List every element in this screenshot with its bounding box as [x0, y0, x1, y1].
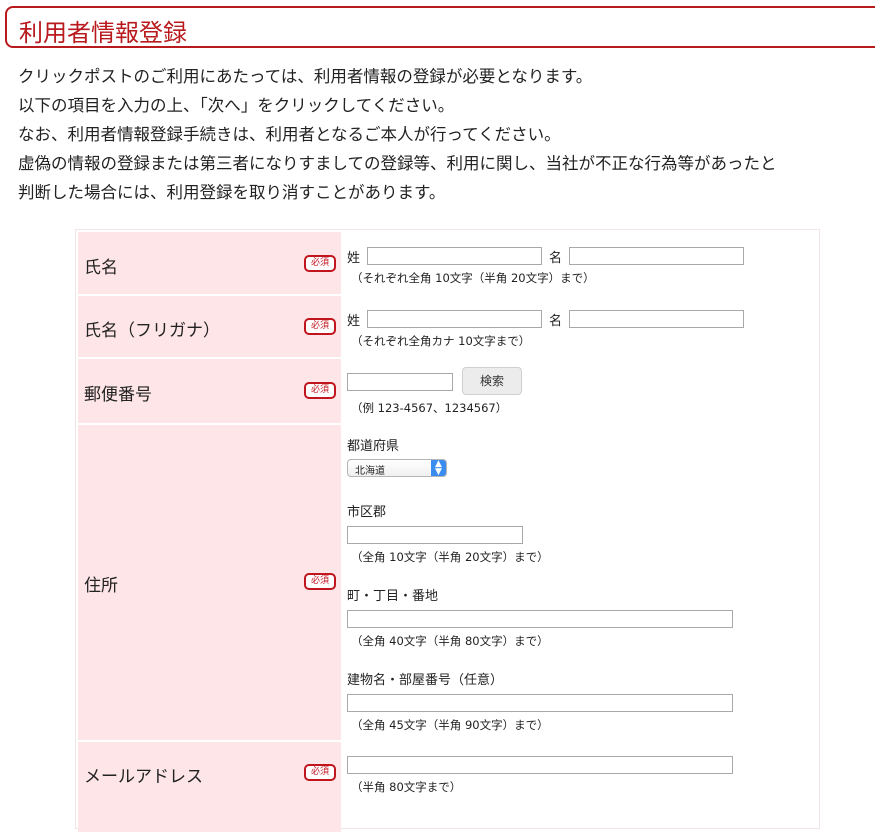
intro-line: クリックポストのご利用にあたっては、利用者情報の登録が必要となります。	[18, 67, 593, 86]
mei-label: 名	[549, 314, 563, 329]
page-header: 利用者情報登録	[5, 6, 875, 48]
city-label: 市区郡	[347, 505, 387, 520]
first-name-kana-input[interactable]	[569, 310, 744, 328]
row-postal: 郵便番号 必須 検索 （例 123-4567、1234567）	[76, 359, 821, 423]
sei-label: 姓	[347, 314, 361, 329]
last-name-kana-input[interactable]	[367, 310, 542, 328]
label-cell: メールアドレス 必須	[78, 742, 341, 832]
field-hint: （例 123-4567、1234567）	[351, 401, 508, 415]
city-input[interactable]	[347, 526, 523, 544]
field-hint: （半角 80文字まで）	[351, 780, 462, 794]
building-label: 建物名・部屋番号（任意）	[347, 673, 504, 688]
field-hint: （全角 40文字（半角 80文字）まで）	[351, 634, 549, 648]
search-button[interactable]: 検索	[462, 367, 522, 395]
row-email: メールアドレス 必須 （半角 80文字まで）	[76, 742, 821, 832]
field-hint: （全角 45文字（半角 90文字）まで）	[351, 718, 549, 732]
last-name-input[interactable]	[367, 247, 542, 265]
intro-line: なお、利用者情報登録手続きは、利用者となるご本人が行ってください。	[18, 125, 561, 144]
intro-text: クリックポストのご利用にあたっては、利用者情報の登録が必要となります。 以下の項…	[18, 62, 777, 207]
row-label: 氏名（フリガナ）	[84, 321, 220, 341]
intro-line: 虚偽の情報の登録または第三者になりすましての登録等、利用に関し、当社が不正な行為…	[18, 154, 777, 173]
prefecture-selected: 北海道	[355, 466, 385, 477]
field-hint: （それぞれ全角カナ 10文字まで）	[351, 334, 531, 348]
row-label: 住所	[84, 576, 118, 596]
required-badge: 必須	[304, 573, 336, 590]
mei-label: 名	[549, 251, 563, 266]
row-label: 郵便番号	[84, 385, 152, 405]
street-input[interactable]	[347, 610, 733, 628]
label-cell: 氏名 必須	[78, 232, 341, 294]
row-address: 住所 必須 都道府県 北海道 ▲ ▼ 市区郡 （全角 10文字（半角 20文字）ま…	[76, 425, 821, 740]
field-hint: （それぞれ全角 10文字（半角 20文字）まで）	[351, 271, 595, 285]
select-arrows-icon: ▲ ▼	[431, 460, 446, 477]
building-input[interactable]	[347, 694, 733, 712]
required-badge: 必須	[304, 255, 336, 272]
required-badge: 必須	[304, 764, 336, 781]
prefecture-select[interactable]: 北海道 ▲ ▼	[347, 459, 447, 477]
row-label: メールアドレス	[84, 767, 203, 787]
label-cell: 郵便番号 必須	[78, 359, 341, 423]
label-cell: 氏名（フリガナ） 必須	[78, 296, 341, 357]
field-hint: （全角 10文字（半角 20文字）まで）	[351, 550, 549, 564]
row-label: 氏名	[84, 258, 118, 278]
required-badge: 必須	[304, 318, 336, 335]
label-cell: 住所 必須	[78, 425, 341, 740]
registration-form: 氏名 必須 姓 名 （それぞれ全角 10文字（半角 20文字）まで） 氏名（フリ…	[75, 229, 821, 832]
prefecture-label: 都道府県	[347, 439, 400, 454]
page-title: 利用者情報登録	[19, 19, 187, 47]
row-furigana: 氏名（フリガナ） 必須 姓 名 （それぞれ全角カナ 10文字まで）	[76, 296, 821, 357]
first-name-input[interactable]	[569, 247, 744, 265]
email-input[interactable]	[347, 756, 733, 774]
required-badge: 必須	[304, 382, 336, 399]
row-name: 氏名 必須 姓 名 （それぞれ全角 10文字（半角 20文字）まで）	[76, 232, 821, 294]
sei-label: 姓	[347, 251, 361, 266]
intro-line: 以下の項目を入力の上、「次へ」をクリックしてください。	[18, 96, 455, 115]
postal-code-input[interactable]	[347, 373, 453, 391]
intro-line: 判断した場合には、利用登録を取り消すことがあります。	[18, 183, 446, 202]
street-label: 町・丁目・番地	[347, 589, 439, 604]
